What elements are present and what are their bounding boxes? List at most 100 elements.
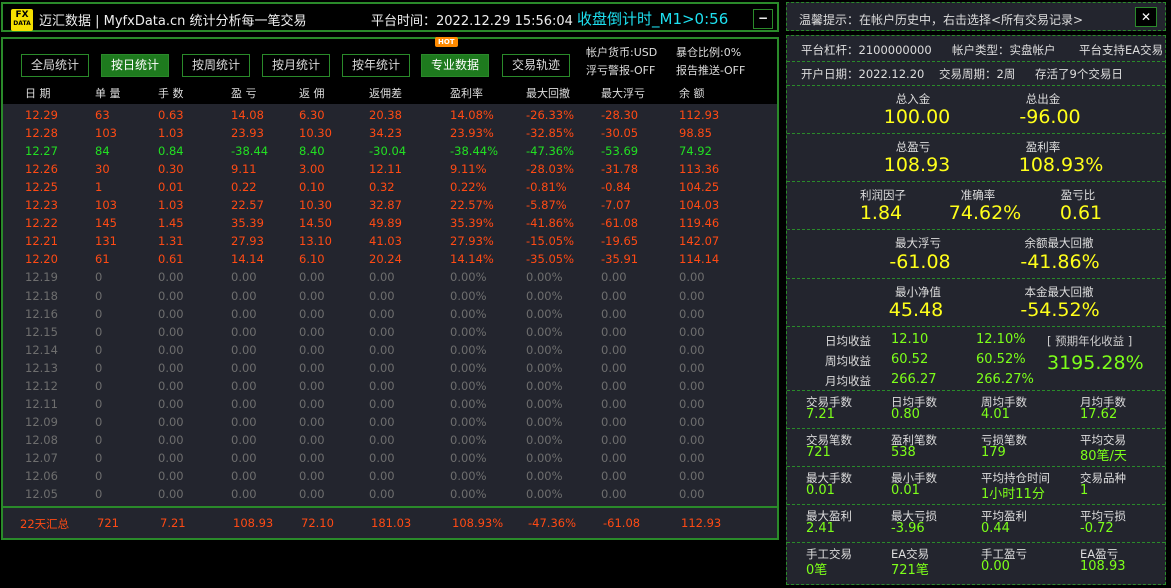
table-row[interactable]: 12.18 0 0.00 0.00 0.00 0.00 0.00% 0.00% 0.00 0.00 [3, 288, 777, 306]
pl-header[interactable]: 盈 亏 [231, 85, 257, 101]
max-drawdown-header[interactable]: 最大回撤 [526, 85, 570, 101]
table-row[interactable]: 12.13 0 0.00 0.00 0.00 0.00 0.00% 0.00% 0.00 0.00 [3, 360, 777, 378]
max-drawdown-cell: 0.00% [526, 432, 563, 447]
tab-daily-stats[interactable]: 按日统计 [101, 54, 169, 77]
table-row[interactable]: 12.05 0 0.00 0.00 0.00 0.00 0.00% 0.00% 0.00 0.00 [3, 486, 777, 504]
rebate-cell: 8.40 [299, 144, 325, 159]
pl-cell: 0.00 [231, 469, 257, 483]
lots-cell: 0.00 [158, 432, 184, 447]
table-row[interactable]: 12.27 84 0.84 -38.44 8.40 -30.04 -38.44% -47.36… [3, 143, 777, 161]
orders-cell: 0 [95, 450, 103, 465]
balance-cell: 0.00 [679, 324, 705, 339]
tab-trade-track[interactable]: 交易轨迹 [502, 54, 570, 77]
rebate-cell: 0.10 [299, 180, 325, 195]
pl-cell: 0.00 [231, 342, 257, 357]
lots-cell: 0.00 [158, 396, 184, 411]
table-row[interactable]: 12.09 0 0.00 0.00 0.00 0.00 0.00% 0.00% 0.00 0.00 [3, 414, 777, 432]
account-summary-panel: 平台杠杆：2100000000 帐户类型：实盘帐户 平台支持EA交易 开户日期：… [786, 35, 1166, 585]
table-row[interactable]: 12.15 0 0.00 0.00 0.00 0.00 0.00% 0.00% 0.00 0.00 [3, 324, 777, 342]
rebate-diff-cell: 0.00 [369, 360, 395, 375]
max-drawdown-cell: -0.81% [526, 180, 567, 195]
profit-rate-cell: 0.00% [450, 487, 487, 502]
profit-rate-header[interactable]: 盈利率 [450, 85, 483, 101]
lots-cell: 0.30 [158, 162, 184, 177]
tab-overall-stats[interactable]: 全局统计 [21, 54, 89, 77]
stat-value: 7.21 [806, 407, 835, 422]
table-row[interactable]: 12.06 0 0.00 0.00 0.00 0.00 0.00% 0.00% 0.00 0.00 [3, 468, 777, 486]
stat-value: 2.41 [806, 521, 835, 536]
table-row[interactable]: 12.20 61 0.61 14.14 6.10 20.24 14.14% -35.05% -3… [3, 251, 777, 269]
max-float-loss-header[interactable]: 最大浮亏 [601, 85, 645, 101]
table-row[interactable]: 12.11 0 0.00 0.00 0.00 0.00 0.00% 0.00% 0.00 0.00 [3, 396, 777, 414]
orders-cell: 30 [95, 162, 110, 177]
minimize-button[interactable]: − [753, 9, 773, 29]
table-row[interactable]: 12.07 0 0.00 0.00 0.00 0.00 0.00% 0.00% 0.00 0.00 [3, 450, 777, 468]
rebate-diff-cell: -30.04 [369, 144, 407, 159]
weekly-return-percent: 60.52% [976, 352, 1026, 367]
blowup-ratio[interactable]: 暴仓比例:0% [676, 44, 741, 60]
pl-cell: 0.00 [231, 396, 257, 411]
table-row[interactable]: 12.14 0 0.00 0.00 0.00 0.00 0.00% 0.00% 0.00 0.00 [3, 342, 777, 360]
tab-monthly-stats[interactable]: 按月统计 [262, 54, 330, 77]
table-row[interactable]: 12.23 103 1.03 22.57 10.30 32.87 22.57% -5.87% -… [3, 197, 777, 215]
profit-rate-cell: 0.00% [450, 306, 487, 321]
tab-yearly-stats[interactable]: 按年统计 [342, 54, 410, 77]
pl-cell: 22.57 [231, 198, 264, 213]
toolbar: HOT 全局统计 按日统计 按周统计 按月统计 按年统计 专业数据 交易轨迹 帐… [1, 37, 779, 79]
table-row[interactable]: 12.12 0 0.00 0.00 0.00 0.00 0.00% 0.00% 0.00 0.00 [3, 378, 777, 396]
lots-total: 7.21 [160, 516, 186, 530]
ea-support: 平台支持EA交易 [1079, 43, 1164, 57]
monthly-return-value: 266.27 [891, 372, 937, 387]
close-tip-button[interactable]: ✕ [1135, 7, 1157, 27]
stat-value: 4.01 [981, 407, 1010, 422]
stat-value: 179 [981, 445, 1006, 460]
lots-cell: 0.00 [158, 288, 184, 303]
profit-rate-cell: 14.14% [450, 252, 494, 267]
balance-header[interactable]: 余 额 [679, 85, 705, 101]
table-row[interactable]: 12.08 0 0.00 0.00 0.00 0.00 0.00% 0.00% 0.00 0.00 [3, 432, 777, 450]
table-row[interactable]: 12.28 103 1.03 23.93 10.30 34.23 23.93% -32.85%… [3, 125, 777, 143]
pl-cell: 0.00 [231, 288, 257, 303]
balance-cell: 0.00 [679, 450, 705, 465]
rebate-cell: 0.00 [299, 450, 325, 465]
rebate-cell: 6.10 [299, 252, 325, 267]
report-push[interactable]: 报告推送-OFF [676, 62, 745, 78]
table-row[interactable]: 12.29 63 0.63 14.08 6.30 20.38 14.08% -26.33% -2… [3, 107, 777, 125]
max-drawdown-cell: 0.00% [526, 469, 563, 483]
weekly-return-label: 周均收益 [825, 354, 871, 368]
max-drawdown-cell: -26.33% [526, 108, 574, 122]
orders-header[interactable]: 单 量 [95, 85, 121, 101]
table-row[interactable]: 12.19 0 0.00 0.00 0.00 0.00 0.00% 0.00% 0.00 0.00 [3, 269, 777, 287]
table-row[interactable]: 12.21 131 1.31 27.93 13.10 41.03 27.93% -15.05%… [3, 233, 777, 251]
tab-pro-data[interactable]: 专业数据 [421, 54, 489, 77]
table-row[interactable]: 12.16 0 0.00 0.00 0.00 0.00 0.00% 0.00% 0.00 0.00 [3, 306, 777, 324]
max-float-loss-total: -61.08 [603, 516, 641, 530]
total-withdraw: -96.00 [1019, 106, 1081, 128]
daily-return-label: 日均收益 [825, 334, 871, 348]
lots-cell: 0.00 [158, 487, 184, 502]
rebate-header[interactable]: 返 佣 [299, 85, 325, 101]
table-row[interactable]: 12.26 30 0.30 9.11 3.00 12.11 9.11% -28.03% -31.… [3, 161, 777, 179]
rebate-diff-cell: 0.00 [369, 324, 395, 339]
orders-cell: 0 [95, 432, 103, 447]
tab-weekly-stats[interactable]: 按周统计 [182, 54, 250, 77]
profit-rate-cell: 0.00% [450, 414, 487, 429]
max-float-loss-cell: -28.30 [601, 108, 639, 122]
alive-days: 存活了9个交易日 [1035, 67, 1123, 81]
rebate-diff-cell: 0.00 [369, 342, 395, 357]
rebate-diff-total: 181.03 [371, 516, 412, 530]
lots-header[interactable]: 手 数 [158, 85, 184, 101]
table-row[interactable]: 12.25 1 0.01 0.22 0.10 0.32 0.22% -0.81% -0.84 10… [3, 179, 777, 197]
orders-cell: 0 [95, 396, 103, 411]
accuracy-label: 准确率 [960, 188, 996, 202]
date-header[interactable]: 日 期 [25, 85, 51, 101]
date-cell: 12.09 [25, 414, 58, 429]
float-loss-alert[interactable]: 浮亏警报-OFF [586, 62, 655, 78]
lots-cell: 1.03 [158, 126, 184, 141]
monthly-return-percent: 266.27% [976, 372, 1034, 387]
min-equity-label: 最小净值 [895, 285, 941, 299]
orders-cell: 0 [95, 270, 103, 285]
rebate-diff-header[interactable]: 返佣差 [369, 85, 402, 101]
account-currency[interactable]: 帐户货币:USD [586, 44, 657, 60]
table-row[interactable]: 12.22 145 1.45 35.39 14.50 49.89 35.39% -41.86%… [3, 215, 777, 233]
